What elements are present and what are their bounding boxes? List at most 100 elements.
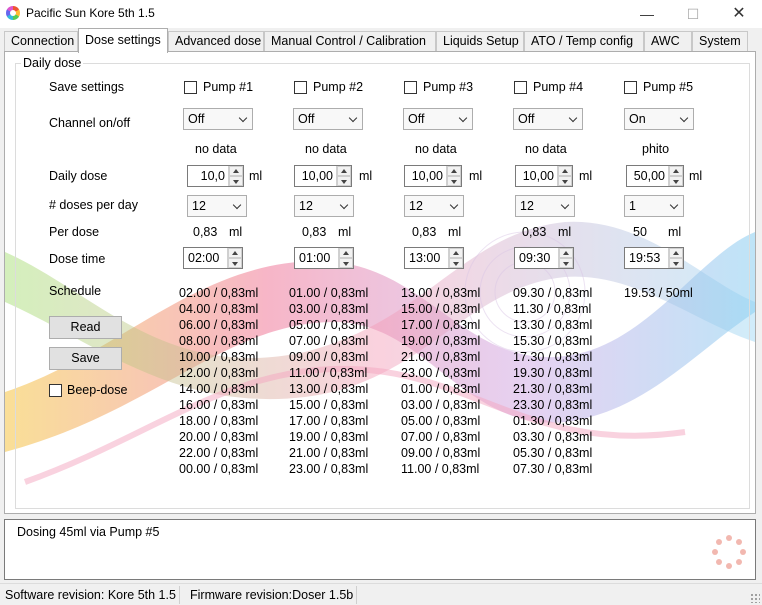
read-button[interactable]: Read [49, 316, 122, 339]
pump-3-onoff-select[interactable]: Off [403, 108, 473, 130]
pump-5-onoff-value: On [629, 112, 646, 126]
pump-5-doses-select[interactable]: 1 [624, 195, 684, 217]
resize-grip-icon[interactable] [750, 593, 760, 603]
schedule-item: 23.30 / 0,83ml [513, 398, 593, 412]
schedule-item: 15.00 / 0,83ml [401, 302, 481, 316]
spin-up-icon[interactable] [559, 248, 573, 258]
spin-up-icon[interactable] [449, 248, 463, 258]
schedule-item: 21.00 / 0,83ml [289, 446, 369, 460]
pump-2-onoff-value: Off [298, 112, 315, 126]
pump-3-dose-time-input[interactable]: 13:00 [404, 247, 464, 269]
pump-2-name: Pump #2 [313, 80, 364, 94]
spin-up-icon[interactable] [558, 166, 572, 176]
pump-4-doses-select[interactable]: 12 [515, 195, 575, 217]
schedule-item: 00.00 / 0,83ml [179, 462, 259, 476]
pump-1-onoff-select[interactable]: Off [183, 108, 253, 130]
status-bar: Software revision: Kore 5th 1.5 Firmware… [0, 583, 762, 605]
schedule-item: 07.00 / 0,83ml [401, 430, 481, 444]
spin-down-icon[interactable] [339, 258, 353, 268]
pump-5-dose-time-input[interactable]: 19:53 [624, 247, 684, 269]
chevron-down-icon [669, 200, 679, 210]
tab-ato-temp-config[interactable]: ATO / Temp config [524, 31, 644, 52]
schedule-item: 12.00 / 0,83ml [179, 366, 259, 380]
schedule-item: 04.00 / 0,83ml [179, 302, 259, 316]
pump-3-name: Pump #3 [423, 80, 474, 94]
schedule-item: 07.00 / 0,83ml [289, 334, 369, 348]
pump-5-onoff-select[interactable]: On [624, 108, 694, 130]
pump-3-onoff-value: Off [408, 112, 425, 126]
schedule-item: 21.30 / 0,83ml [513, 382, 593, 396]
spin-down-icon[interactable] [449, 258, 463, 268]
spin-down-icon[interactable] [558, 176, 572, 186]
pump-4-dose-time-input[interactable]: 09:30 [514, 247, 574, 269]
spin-down-icon[interactable] [229, 176, 243, 186]
tab-liquids-setup[interactable]: Liquids Setup [436, 31, 524, 52]
pump-5-per-dose-unit: ml [668, 225, 682, 239]
spin-down-icon[interactable] [669, 258, 683, 268]
pump-4-save-checkbox[interactable] [514, 81, 527, 94]
pump-2-onoff-select[interactable]: Off [293, 108, 363, 130]
pump-1-save-checkbox[interactable] [184, 81, 197, 94]
spin-up-icon[interactable] [337, 166, 351, 176]
save-button[interactable]: Save [49, 347, 122, 370]
pump-3-daily-dose-input[interactable]: 10,00 [404, 165, 462, 187]
pump-2-doses-select[interactable]: 12 [294, 195, 354, 217]
pump-4-liquid: no data [525, 142, 567, 156]
spin-down-icon[interactable] [228, 258, 242, 268]
pump-2-dose-time-input[interactable]: 01:00 [294, 247, 354, 269]
pump-5-schedule: 19.53 / 50ml [624, 285, 693, 301]
pump-3-schedule: 13.00 / 0,83ml 15.00 / 0,83ml 17.00 / 0,… [401, 285, 480, 477]
tab-awc[interactable]: AWC [644, 31, 692, 52]
daily-dose-label: Daily dose [49, 169, 108, 183]
pump-4-daily-dose-input[interactable]: 10,00 [515, 165, 573, 187]
firmware-revision: Firmware revision:Doser 1.5b [187, 586, 358, 604]
tab-dose-settings[interactable]: Dose settings [78, 28, 168, 53]
pump-3-save-checkbox[interactable] [404, 81, 417, 94]
maximize-button[interactable]: ☐ [670, 0, 716, 28]
pump-4-ml-unit: ml [579, 169, 593, 183]
pump-2-save-checkbox[interactable] [294, 81, 307, 94]
spin-down-icon[interactable] [669, 176, 683, 186]
pump-2-daily-dose-value: 10,00 [301, 169, 333, 183]
pump-4-onoff-select[interactable]: Off [513, 108, 583, 130]
pump-3-doses-select[interactable]: 12 [404, 195, 464, 217]
dose-settings-panel: Daily dose Save settings Channel on/off … [4, 51, 756, 514]
spin-up-icon[interactable] [339, 248, 353, 258]
tab-advanced-dose[interactable]: Advanced dose [168, 31, 264, 52]
pump-5-save-checkbox[interactable] [624, 81, 637, 94]
spin-down-icon[interactable] [559, 258, 573, 268]
pump-1-doses-select[interactable]: 12 [187, 195, 247, 217]
tab-manual-control-calibration[interactable]: Manual Control / Calibration [264, 31, 436, 52]
schedule-item: 14.00 / 0,83ml [179, 382, 259, 396]
chevron-down-icon [339, 200, 349, 210]
spin-up-icon[interactable] [228, 248, 242, 258]
schedule-item: 19.00 / 0,83ml [401, 334, 481, 348]
schedule-item: 06.00 / 0,83ml [179, 318, 259, 332]
schedule-item: 11.00 / 0,83ml [401, 462, 480, 476]
close-button[interactable]: ✕ [716, 0, 762, 28]
tab-connection[interactable]: Connection [4, 31, 78, 52]
spin-up-icon[interactable] [229, 166, 243, 176]
spin-down-icon[interactable] [337, 176, 351, 186]
spin-up-icon[interactable] [669, 248, 683, 258]
channel-onoff-label: Channel on/off [49, 116, 131, 130]
pump-5-doses-value: 1 [629, 199, 636, 213]
log-output[interactable]: Dosing 45ml via Pump #5 [4, 519, 756, 580]
pump-3-dose-time-value: 13:00 [409, 251, 441, 265]
minimize-button[interactable]: — [624, 0, 670, 28]
pump-1-daily-dose-input[interactable]: 10,0 [187, 165, 244, 187]
pump-1-dose-time-input[interactable]: 02:00 [183, 247, 243, 269]
spin-up-icon[interactable] [447, 166, 461, 176]
schedule-item: 09.30 / 0,83ml [513, 286, 593, 300]
pump-2-daily-dose-input[interactable]: 10,00 [294, 165, 352, 187]
pump-1-per-dose: 0,83 [193, 225, 218, 239]
tab-system[interactable]: System [692, 31, 748, 52]
pump-1-dose-time-value: 02:00 [188, 251, 220, 265]
app-logo-icon [6, 6, 20, 20]
pump-5-daily-dose-input[interactable]: 50,00 [626, 165, 684, 187]
spin-up-icon[interactable] [669, 166, 683, 176]
beep-dose-checkbox[interactable] [49, 384, 62, 397]
spin-down-icon[interactable] [447, 176, 461, 186]
schedule-item: 03.30 / 0,83ml [513, 430, 593, 444]
schedule-item: 10.00 / 0,83ml [179, 350, 259, 364]
